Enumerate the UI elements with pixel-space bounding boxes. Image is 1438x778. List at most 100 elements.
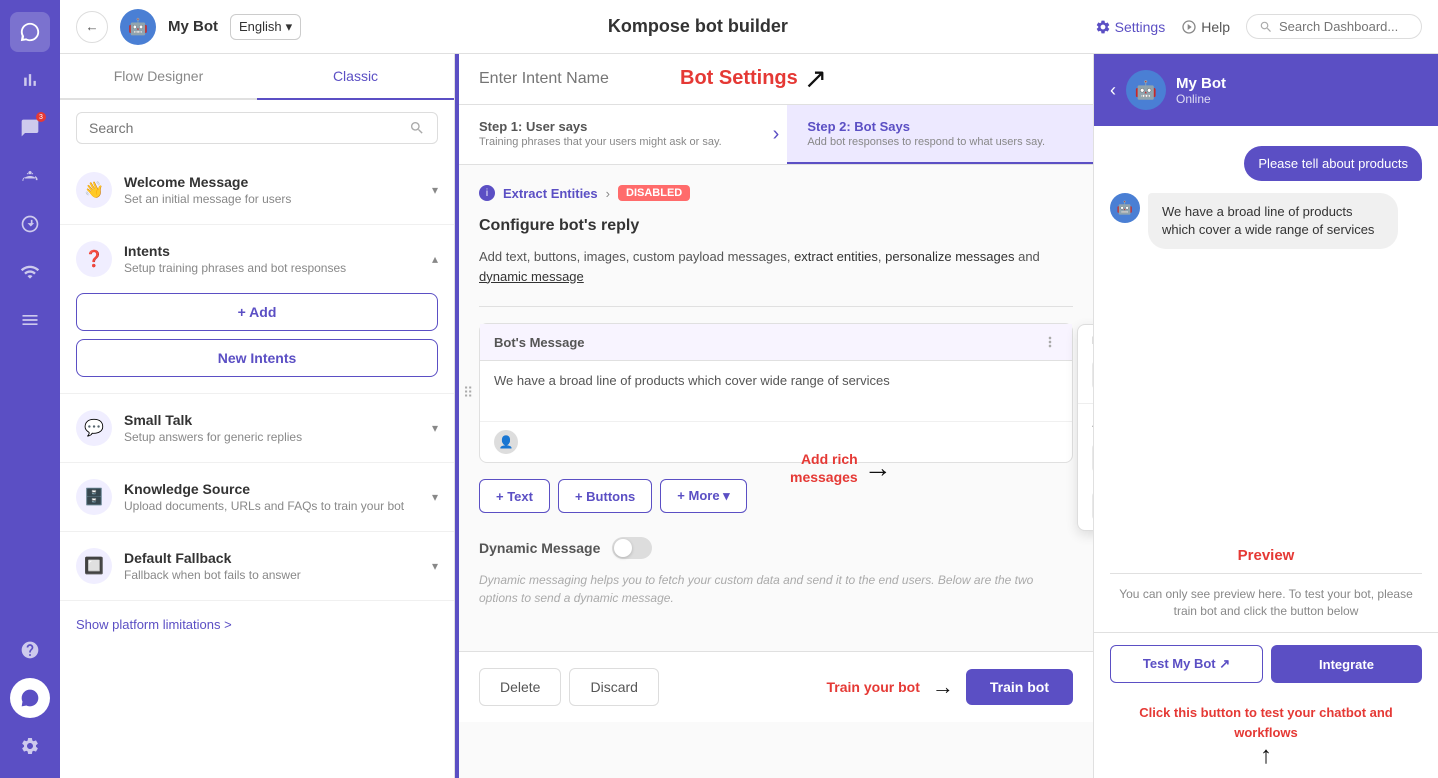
smalltalk-header[interactable]: 💬 Small Talk Setup answers for generic r… [60, 394, 454, 462]
personalize-link[interactable]: personalize messages [885, 249, 1014, 264]
train-your-bot-label: Train your bot [827, 679, 920, 695]
new-intents-button[interactable]: New Intents [76, 339, 438, 377]
settings-label: Settings [1115, 19, 1166, 35]
add-intent-button[interactable]: + Add [76, 293, 438, 331]
welcome-subtitle: Set an initial message for users [124, 192, 420, 206]
settings-button[interactable]: Settings [1095, 19, 1166, 35]
preview-bot-name: My Bot [1176, 75, 1226, 92]
nav-help-icon[interactable] [10, 630, 50, 670]
preview-footer: Test My Bot ↗ Integrate [1094, 632, 1438, 695]
nav-builder-icon[interactable] [10, 204, 50, 244]
rich-section-label: RICH MESSAGES [1078, 325, 1093, 351]
search-icon [1259, 20, 1273, 34]
main-area: ← 🤖 My Bot English ▾ Kompose bot builder… [60, 0, 1438, 778]
train-bot-button[interactable]: Train bot [966, 669, 1073, 705]
message-card: Bot's Message We have a broad line of pr… [479, 323, 1073, 463]
intents-subtitle: Setup training phrases and bot responses [124, 261, 420, 275]
help-button[interactable]: Help [1181, 19, 1230, 35]
fallback-icon: 🔲 [76, 548, 112, 584]
message-text: We have a broad line of products which c… [480, 361, 1072, 421]
more-options-icon[interactable] [1042, 334, 1058, 350]
message-card-header: Bot's Message [480, 324, 1072, 361]
preview-bot-avatar: 🤖 [1126, 70, 1166, 110]
nav-settings-icon[interactable] [10, 726, 50, 766]
designer-tabs: Flow Designer Classic [60, 54, 454, 100]
bot-name: My Bot [168, 18, 218, 35]
toggle-circle [614, 539, 632, 557]
step1-box[interactable]: Step 1: User says Training phrases that … [459, 105, 765, 164]
intents-header[interactable]: ❓ Intents Setup training phrases and bot… [60, 225, 454, 293]
tab-classic[interactable]: Classic [257, 54, 454, 100]
fallback-section: 🔲 Default Fallback Fallback when bot fai… [60, 532, 454, 601]
panel-search-input[interactable] [89, 120, 401, 136]
search-input[interactable] [1279, 19, 1409, 34]
language-select[interactable]: English ▾ [230, 14, 301, 40]
extract-entities-link[interactable]: Extract Entities [503, 186, 598, 201]
custom-item[interactable]: </> Custom Custom Payload [1078, 482, 1093, 530]
handover-item[interactable]: 👥 Handover Assign to human agents [1078, 434, 1093, 482]
bot-avatar: 🤖 [120, 9, 156, 45]
settings-arrow-icon: ↗ [804, 62, 827, 95]
image-rich-item[interactable]: 🖼️ Image Image with caption [1078, 351, 1093, 399]
actions-section-label: ACTIONS [1078, 408, 1093, 434]
delete-button[interactable]: Delete [479, 668, 561, 706]
train-arrow-icon: → [932, 674, 954, 700]
show-limits-link[interactable]: Show platform limitations > [60, 601, 454, 648]
preview-note: You can only see preview here. To test y… [1094, 574, 1438, 632]
step2-sub: Add bot responses to respond to what use… [807, 136, 1073, 148]
preview-back-icon[interactable]: ‹ [1110, 80, 1116, 101]
add-more-button[interactable]: + More ▾ [660, 479, 746, 513]
intents-icon: ❓ [76, 241, 112, 277]
add-buttons-button[interactable]: + Buttons [558, 479, 652, 513]
dynamic-desc: Dynamic messaging helps you to fetch you… [479, 571, 1073, 607]
nav-analytics-icon[interactable] [10, 60, 50, 100]
custom-icon: </> [1092, 492, 1093, 520]
nav-users-icon[interactable] [10, 156, 50, 196]
test-bot-button[interactable]: Test My Bot ↗ [1110, 645, 1263, 683]
preview-chat-area: Please tell about products 🤖 We have a b… [1094, 126, 1438, 539]
knowledge-icon: 🗄️ [76, 479, 112, 515]
tab-flow-designer[interactable]: Flow Designer [60, 54, 257, 98]
search-box[interactable] [1246, 14, 1422, 39]
configure-desc: Add text, buttons, images, custom payloa… [479, 247, 1073, 286]
knowledge-chevron: ▾ [432, 490, 438, 504]
fallback-title: Default Fallback [124, 550, 420, 566]
left-panel: Flow Designer Classic 👋 Welcome Message … [60, 54, 455, 778]
fallback-text: Default Fallback Fallback when bot fails… [124, 550, 420, 582]
drag-handle-icon[interactable]: ⠿ [463, 385, 473, 402]
dynamic-toggle[interactable] [612, 537, 652, 559]
step1-sub: Training phrases that your users might a… [479, 136, 745, 148]
fallback-chevron: ▾ [432, 559, 438, 573]
steps-bar: Step 1: User says Training phrases that … [459, 105, 1093, 165]
top-header: ← 🤖 My Bot English ▾ Kompose bot builder… [60, 0, 1438, 54]
panel-search-box[interactable] [76, 112, 438, 144]
nav-chat-icon[interactable] [10, 12, 50, 52]
welcome-header[interactable]: 👋 Welcome Message Set an initial message… [60, 156, 454, 224]
integrate-button[interactable]: Integrate [1271, 645, 1422, 683]
nav-messages-icon[interactable]: 3 [10, 108, 50, 148]
bottom-actions-bar: Delete Discard Train your bot → Train bo… [459, 651, 1093, 722]
nav-broadcast-icon[interactable] [10, 252, 50, 292]
rich-messages-annot-text: Add richmessages [790, 450, 858, 486]
fallback-subtitle: Fallback when bot fails to answer [124, 568, 420, 582]
knowledge-header[interactable]: 🗄️ Knowledge Source Upload documents, UR… [60, 463, 454, 531]
extract-entities-link2[interactable]: extract entities [794, 249, 878, 264]
section-divider [479, 306, 1073, 307]
preview-header: ‹ 🤖 My Bot Online [1094, 54, 1438, 126]
nav-livechat-icon[interactable] [10, 678, 50, 718]
discard-button[interactable]: Discard [569, 668, 658, 706]
nav-logs-icon[interactable] [10, 300, 50, 340]
person-row: 👤 [480, 421, 1072, 462]
fallback-header[interactable]: 🔲 Default Fallback Fallback when bot fai… [60, 532, 454, 600]
back-button[interactable]: ← [76, 11, 108, 43]
step-arrow-icon: › [765, 105, 788, 164]
configure-title: Configure bot's reply [479, 217, 1073, 235]
intents-section: ❓ Intents Setup training phrases and bot… [60, 225, 454, 394]
dynamic-link[interactable]: dynamic message [479, 269, 584, 284]
image-icon: 🖼️ [1092, 361, 1093, 389]
welcome-section: 👋 Welcome Message Set an initial message… [60, 156, 454, 225]
add-text-button[interactable]: + Text [479, 479, 550, 513]
bot-bubble-row: 🤖 We have a broad line of products which… [1110, 193, 1422, 249]
step2-box[interactable]: Step 2: Bot Says Add bot responses to re… [787, 105, 1093, 164]
info-icon[interactable]: i [479, 185, 495, 201]
